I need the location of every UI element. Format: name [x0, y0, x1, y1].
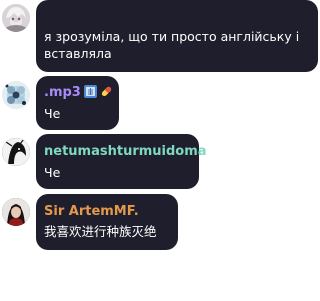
message-bubble: Sir ArtemMF. 我喜欢进行种族灭绝 [36, 194, 178, 250]
author-name[interactable]: Sir ArtemMF. [44, 204, 139, 220]
dark-figure-avatar-icon [2, 138, 30, 166]
pill-icon [100, 85, 113, 103]
message-text: 我喜欢进行种族灭绝 [44, 224, 157, 239]
message-bubble: netumashturmuidoma Че [36, 134, 207, 189]
message-bubble: я зрозуміла, що ти просто англійську і в… [36, 0, 318, 72]
message-bubble: .mp3 Че [36, 76, 119, 130]
author-name[interactable]: netumashturmuidoma [44, 144, 207, 160]
avatar[interactable] [2, 81, 30, 109]
x-ray-icon [83, 85, 97, 103]
author-name-label: .mp3 [44, 85, 81, 100]
avatar[interactable] [2, 198, 30, 226]
message-text: Че [44, 165, 61, 180]
message-text: Че [44, 106, 61, 121]
anime-girl-avatar-icon [2, 4, 30, 32]
author-name[interactable]: .mp3 [44, 85, 113, 103]
message-text: вставляла [44, 46, 112, 61]
avatar[interactable] [2, 138, 30, 166]
message-text: я зрозуміла, що ти просто англійську і [44, 29, 300, 44]
avatar[interactable] [2, 4, 30, 32]
flower-avatar-icon [2, 81, 30, 109]
portrait-avatar-icon [2, 198, 30, 226]
